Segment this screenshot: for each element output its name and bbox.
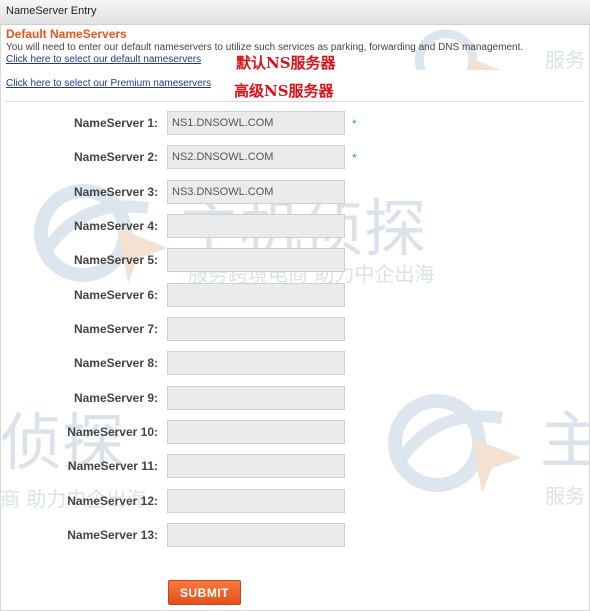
nameserver-label: NameServer 6: (73, 288, 158, 302)
nameserver-3-input[interactable] (167, 180, 345, 204)
nameserver-5-input[interactable] (167, 248, 345, 272)
select-default-nameservers-link[interactable]: Click here to select our default nameser… (6, 54, 201, 65)
nameserver-row-9: NameServer 9: (0, 386, 590, 410)
submit-button[interactable]: SUBMIT (168, 580, 241, 605)
nameserver-row-12: NameServer 12: (0, 489, 590, 513)
section-title: Default NameServers (6, 27, 127, 41)
nameserver-row-4: NameServer 4: (0, 214, 590, 238)
nameserver-8-input[interactable] (167, 351, 345, 375)
nameserver-row-7: NameServer 7: (0, 317, 590, 341)
window-titlebar: NameServer Entry (0, 0, 590, 25)
nameserver-row-8: NameServer 8: (0, 351, 590, 375)
nameserver-label: NameServer 4: (73, 219, 158, 233)
annotation-default-ns: 默认NS服务器 (236, 54, 336, 72)
nameserver-label: NameServer 1: (73, 116, 158, 130)
nameserver-label: NameServer 5: (73, 253, 158, 267)
nameserver-label: NameServer 8: (73, 356, 158, 370)
nameserver-row-11: NameServer 11: (0, 454, 590, 478)
nameserver-row-2: NameServer 2: * (0, 145, 590, 169)
nameserver-row-1: NameServer 1: * (0, 111, 590, 135)
nameserver-11-input[interactable] (167, 454, 345, 478)
nameserver-row-10: NameServer 10: (0, 420, 590, 444)
required-marker: * (352, 151, 357, 165)
nameserver-row-13: NameServer 13: (0, 523, 590, 547)
nameserver-12-input[interactable] (167, 489, 345, 513)
nameserver-label: NameServer 3: (73, 185, 158, 199)
nameserver-13-input[interactable] (167, 523, 345, 547)
nameserver-label: NameServer 12: (67, 494, 158, 508)
nameserver-1-input[interactable] (167, 111, 345, 135)
annotation-premium-ns: 高级NS服务器 (234, 82, 334, 100)
nameserver-label: NameServer 7: (73, 322, 158, 336)
nameserver-label: NameServer 2: (73, 150, 158, 164)
nameserver-row-3: NameServer 3: (0, 180, 590, 204)
nameserver-row-6: NameServer 6: (0, 283, 590, 307)
nameserver-7-input[interactable] (167, 317, 345, 341)
nameserver-label: NameServer 13: (67, 528, 158, 542)
nameserver-label: NameServer 11: (67, 459, 158, 473)
nameserver-2-input[interactable] (167, 145, 345, 169)
nameserver-9-input[interactable] (167, 386, 345, 410)
nameserver-10-input[interactable] (167, 420, 345, 444)
select-premium-nameservers-link[interactable]: Click here to select our Premium nameser… (6, 78, 211, 89)
window-title: NameServer Entry (6, 5, 97, 17)
nameserver-4-input[interactable] (167, 214, 345, 238)
nameserver-6-input[interactable] (167, 283, 345, 307)
required-marker: * (352, 117, 357, 131)
divider (6, 101, 584, 102)
nameserver-row-5: NameServer 5: (0, 248, 590, 272)
nameserver-label: NameServer 9: (73, 391, 158, 405)
nameserver-label: NameServer 10: (67, 425, 158, 439)
